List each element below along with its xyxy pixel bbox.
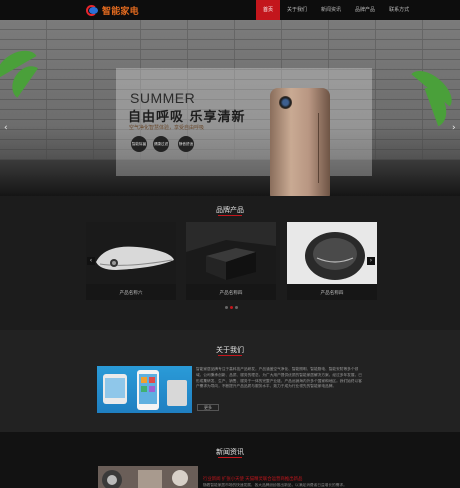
pagination-dot-active[interactable] bbox=[230, 306, 233, 309]
banner-next-arrow-icon[interactable]: › bbox=[452, 123, 456, 133]
product-card-1[interactable]: 产品名称六 bbox=[86, 222, 176, 300]
banner-feature-1: 智能除菌 bbox=[131, 136, 147, 152]
air-purifier-image bbox=[270, 88, 330, 196]
product-label-1: 产品名称六 bbox=[119, 291, 143, 296]
product-image-3 bbox=[287, 222, 377, 284]
products-title-underline bbox=[218, 215, 242, 216]
banner-feature-3: 静音舒适 bbox=[178, 136, 194, 152]
nav-contact[interactable]: 联系方式 bbox=[382, 0, 416, 20]
pagination-dot[interactable] bbox=[225, 306, 228, 309]
about-description: 智能家居品牌专注于高科技产品研发，产品涵盖空气净化、智能照明、智能厨电、智能安防… bbox=[196, 367, 362, 389]
logo-icon bbox=[86, 4, 99, 17]
logo-text: 智能家电 bbox=[102, 7, 139, 17]
nav-products[interactable]: 品牌产品 bbox=[348, 0, 382, 20]
purifier-grille bbox=[318, 113, 324, 183]
about-more-button[interactable]: 更多 bbox=[197, 404, 219, 411]
product-image-2 bbox=[186, 222, 276, 284]
products-pagination bbox=[224, 306, 239, 309]
product-card-2[interactable]: 产品名称四 bbox=[186, 222, 276, 300]
product-label-2: 产品名称四 bbox=[219, 291, 243, 296]
products-title: 品牌产品 bbox=[216, 206, 244, 214]
news-title: 新闻资讯 bbox=[216, 448, 244, 456]
about-title-underline bbox=[218, 355, 242, 356]
site-logo[interactable]: 智能家电 bbox=[86, 4, 139, 17]
news-summary: 随着智能家居市场的快速发展，各大品牌纷纷推出新品，以满足消费者日益增长的需求。 bbox=[203, 483, 347, 487]
about-title: 关于我们 bbox=[216, 346, 244, 354]
products-prev-arrow-icon[interactable]: ‹ bbox=[87, 257, 95, 265]
about-image bbox=[97, 366, 192, 413]
news-image[interactable] bbox=[98, 466, 198, 488]
pagination-dot[interactable] bbox=[235, 306, 238, 309]
nav-news[interactable]: 新闻资讯 bbox=[314, 0, 348, 20]
banner-subtitle: 空气净化智慧体验，享受自由呼吸 bbox=[129, 125, 205, 131]
products-next-arrow-icon[interactable]: › bbox=[367, 257, 375, 265]
news-headline[interactable]: 行业新闻 扩张小天使 天猫精灵联合运营商推出新品 bbox=[203, 476, 373, 482]
banner-title-en: SUMMER bbox=[130, 90, 196, 106]
top-header: 智能家电 首页 关于我们 新闻资讯 品牌产品 联系方式 bbox=[0, 0, 460, 20]
news-title-underline bbox=[218, 457, 242, 458]
banner-title-cn: 自由呼吸 乐享清新 bbox=[128, 110, 246, 125]
nav-home[interactable]: 首页 bbox=[256, 0, 281, 20]
banner-feature-2: 健康过滤 bbox=[153, 136, 169, 152]
product-image-1 bbox=[86, 222, 176, 284]
main-nav: 首页 关于我们 新闻资讯 品牌产品 联系方式 bbox=[256, 0, 416, 20]
product-label-3: 产品名称四 bbox=[320, 291, 344, 296]
nav-about[interactable]: 关于我们 bbox=[280, 0, 314, 20]
banner-prev-arrow-icon[interactable]: ‹ bbox=[4, 123, 8, 133]
product-card-3[interactable]: 产品名称四 bbox=[287, 222, 377, 300]
purifier-sensor bbox=[279, 96, 292, 109]
